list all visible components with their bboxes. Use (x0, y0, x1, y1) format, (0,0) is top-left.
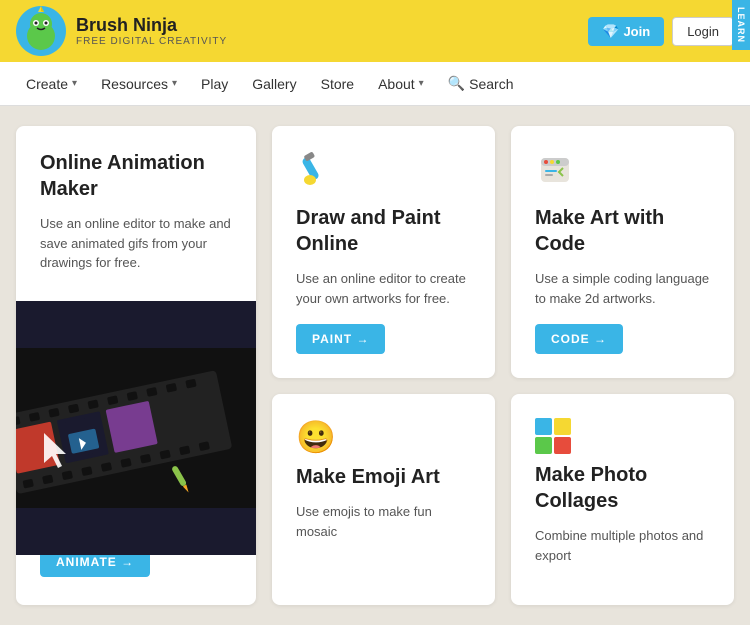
nav-about[interactable]: About ▾ (368, 64, 434, 104)
nav-store[interactable]: Store (311, 64, 364, 104)
logo-subtitle: FREE DIGITAL CREATIVITY (76, 36, 227, 47)
diamond-icon: 💎 (602, 23, 619, 40)
card-paint-title: Draw and Paint Online (296, 205, 471, 257)
nav-search[interactable]: 🔍 Search (438, 63, 524, 104)
paint-button[interactable]: PAINT → (296, 324, 385, 354)
card-animation-title: Online Animation Maker (40, 150, 232, 202)
card-collage-title: Make Photo Collages (535, 462, 710, 514)
card-emoji: 😀 Make Emoji Art Use emojis to make fun … (272, 394, 495, 605)
main-nav: Create ▾ Resources ▾ Play Gallery Store … (0, 62, 750, 106)
card-paint: Draw and Paint Online Use an online edit… (272, 126, 495, 378)
logo-area: Brush Ninja FREE DIGITAL CREATIVITY (16, 6, 227, 56)
logo-text: Brush Ninja FREE DIGITAL CREATIVITY (76, 15, 227, 47)
nav-create[interactable]: Create ▾ (16, 64, 87, 104)
join-button[interactable]: 💎 Join (588, 17, 664, 46)
chevron-down-icon: ▾ (419, 78, 424, 89)
animation-illustration (16, 301, 256, 556)
logo-icon (16, 6, 66, 56)
card-emoji-title: Make Emoji Art (296, 464, 471, 490)
nav-gallery[interactable]: Gallery (242, 64, 306, 104)
nav-resources[interactable]: Resources ▾ (91, 64, 187, 104)
emoji-icon: 😀 (296, 418, 471, 456)
header: Brush Ninja FREE DIGITAL CREATIVITY 💎 Jo… (0, 0, 750, 62)
chevron-down-icon: ▾ (72, 78, 77, 89)
card-animation-desc: Use an online editor to make and save an… (40, 214, 232, 273)
main-content: Online Animation Maker Use an online edi… (0, 106, 750, 625)
card-code: Make Art with Code Use a simple coding l… (511, 126, 734, 378)
chevron-down-icon: ▾ (172, 78, 177, 89)
logo-title: Brush Ninja (76, 15, 227, 36)
cards-grid: Online Animation Maker Use an online edi… (16, 126, 734, 605)
paint-icon (296, 150, 336, 190)
card-animation: Online Animation Maker Use an online edi… (16, 126, 256, 605)
card-collage: Make Photo Collages Combine multiple pho… (511, 394, 734, 605)
search-icon: 🔍 (448, 75, 465, 92)
code-button[interactable]: CODE → (535, 324, 623, 354)
card-code-desc: Use a simple coding language to make 2d … (535, 269, 710, 308)
side-tab: LEARN (732, 0, 750, 50)
code-icon (535, 150, 575, 190)
card-paint-desc: Use an online editor to create your own … (296, 269, 471, 308)
login-button[interactable]: Login (672, 17, 734, 46)
card-emoji-desc: Use emojis to make fun mosaic (296, 502, 471, 541)
card-code-title: Make Art with Code (535, 205, 710, 257)
film-strip-graphic (16, 348, 256, 508)
collage-icon (535, 418, 571, 454)
header-actions: 💎 Join Login (588, 17, 734, 46)
card-collage-desc: Combine multiple photos and export (535, 526, 710, 565)
nav-play[interactable]: Play (191, 64, 238, 104)
